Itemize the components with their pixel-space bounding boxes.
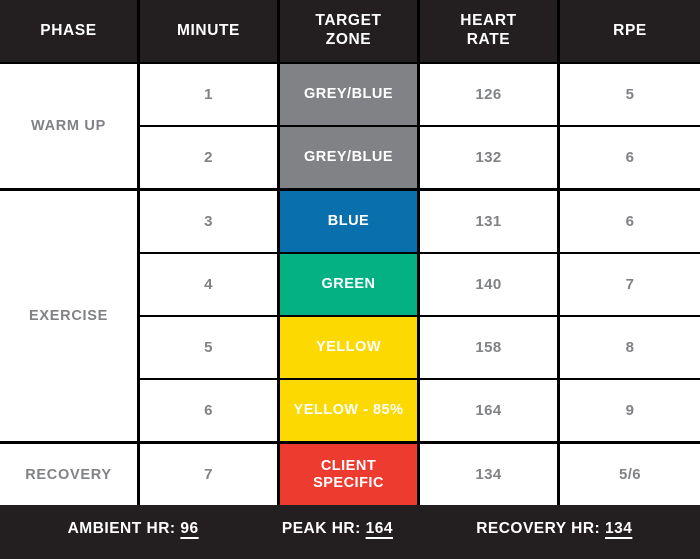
table-header-row: PHASE MINUTE TARGET ZONE HEART RATE RPE	[0, 0, 700, 62]
cell-target-zone: BLUE	[280, 191, 420, 252]
cell-minute: 5	[140, 317, 280, 378]
phase-rows: 3 BLUE 131 6 4 GREEN 140 7 5 YELLOW 158 8 6 YELLOW - …	[140, 191, 700, 441]
cell-rpe: 8	[560, 317, 700, 378]
table-row: 4 GREEN 140 7	[140, 254, 700, 317]
cell-rpe: 9	[560, 380, 700, 441]
phase-rows: 7 CLIENT SPECIFIC 134 5/6	[140, 444, 700, 505]
table-row: 6 YELLOW - 85% 164 9	[140, 380, 700, 441]
table-row: 1 GREY/BLUE 126 5	[140, 64, 700, 127]
stat-recovery-hr: RECOVERY HR: 134	[476, 520, 632, 538]
target-zone-text: GREEN	[321, 275, 376, 292]
cell-minute: 4	[140, 254, 280, 315]
stat-label: PEAK HR:	[281, 520, 361, 537]
cell-target-zone: YELLOW - 85%	[280, 380, 420, 441]
table-row: 7 CLIENT SPECIFIC 134 5/6	[140, 444, 700, 505]
cell-rpe: 6	[560, 127, 700, 188]
column-header-phase: PHASE	[0, 0, 140, 62]
column-header-text: ZONE	[325, 31, 372, 48]
cell-heart-rate: 140	[420, 254, 560, 315]
column-header-text: RPE	[613, 21, 647, 39]
column-header-text: TARGET	[315, 12, 382, 30]
column-header-text: PHASE	[40, 21, 97, 39]
phase-rows: 1 GREY/BLUE 126 5 2 GREY/BLUE 132 6	[140, 64, 700, 188]
cell-heart-rate: 134	[420, 444, 560, 505]
target-zone-text: CLIENT	[320, 457, 377, 474]
stat-ambient-hr: AMBIENT HR: 96	[68, 520, 199, 538]
cell-heart-rate: 126	[420, 64, 560, 125]
target-zone-text: BLUE	[327, 212, 370, 229]
column-header-rpe: RPE	[560, 0, 700, 62]
target-zone-text: YELLOW - 85%	[293, 401, 404, 418]
table-row: 2 GREY/BLUE 132 6	[140, 127, 700, 188]
phase-block-recovery: RECOVERY 7 CLIENT SPECIFIC 134 5/6	[0, 441, 700, 505]
cell-target-zone: GREEN	[280, 254, 420, 315]
cell-rpe: 6	[560, 191, 700, 252]
phase-label: EXERCISE	[0, 191, 140, 441]
table-footer-summary: AMBIENT HR: 96 PEAK HR: 164 RECOVERY HR: 1…	[0, 496, 700, 559]
target-zone-text: YELLOW	[315, 338, 382, 355]
cell-target-zone: CLIENT SPECIFIC	[280, 444, 420, 505]
column-header-text: HEART	[460, 12, 517, 30]
cell-rpe: 5/6	[560, 444, 700, 505]
phase-label: WARM UP	[0, 64, 140, 188]
stat-peak-hr: PEAK HR: 164	[282, 520, 393, 538]
cell-heart-rate: 132	[420, 127, 560, 188]
cell-heart-rate: 158	[420, 317, 560, 378]
target-zone-text: GREY/BLUE	[303, 85, 394, 102]
heart-rate-training-table: PHASE MINUTE TARGET ZONE HEART RATE RPE WARM U…	[0, 0, 700, 559]
stat-value: 164	[365, 520, 393, 537]
cell-minute: 7	[140, 444, 280, 505]
table-row: 5 YELLOW 158 8	[140, 317, 700, 380]
phase-block-warm-up: WARM UP 1 GREY/BLUE 126 5 2 GREY/BLUE 132 6	[0, 62, 700, 188]
cell-minute: 3	[140, 191, 280, 252]
column-header-minute: MINUTE	[140, 0, 280, 62]
stat-label: RECOVERY HR:	[476, 520, 601, 537]
stat-label: AMBIENT HR:	[67, 520, 176, 537]
target-zone-text: GREY/BLUE	[303, 148, 394, 165]
cell-target-zone: GREY/BLUE	[280, 64, 420, 125]
stat-value: 96	[180, 520, 199, 537]
cell-minute: 1	[140, 64, 280, 125]
cell-heart-rate: 131	[420, 191, 560, 252]
cell-target-zone: GREY/BLUE	[280, 127, 420, 188]
phase-label: RECOVERY	[0, 444, 140, 505]
cell-minute: 2	[140, 127, 280, 188]
table-body: WARM UP 1 GREY/BLUE 126 5 2 GREY/BLUE 132 6 EXERC…	[0, 62, 700, 505]
cell-heart-rate: 164	[420, 380, 560, 441]
column-header-heart_rate: HEART RATE	[420, 0, 560, 62]
column-header-text: RATE	[466, 31, 511, 48]
target-zone-text: SPECIFIC	[313, 474, 384, 491]
cell-rpe: 5	[560, 64, 700, 125]
table-row: 3 BLUE 131 6	[140, 191, 700, 254]
cell-target-zone: YELLOW	[280, 317, 420, 378]
stat-value: 134	[605, 520, 633, 537]
cell-minute: 6	[140, 380, 280, 441]
column-header-text: MINUTE	[176, 21, 240, 39]
column-header-target_zone: TARGET ZONE	[280, 0, 420, 62]
phase-block-exercise: EXERCISE 3 BLUE 131 6 4 GREEN 140 7 5 YELLOW 158 8 6 Y…	[0, 188, 700, 441]
cell-rpe: 7	[560, 254, 700, 315]
